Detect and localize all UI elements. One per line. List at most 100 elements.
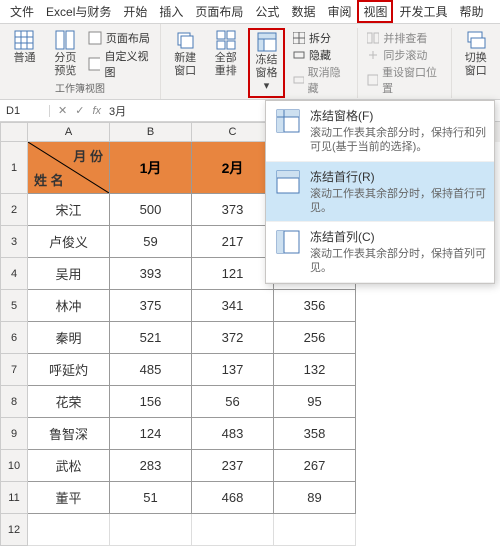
cell-name[interactable]: 花荣: [28, 386, 110, 418]
cell-name[interactable]: 鲁智深: [28, 418, 110, 450]
btn-split[interactable]: 拆分: [293, 30, 347, 46]
menu-review[interactable]: 审阅: [321, 0, 357, 23]
formula-value[interactable]: 3月: [109, 103, 126, 119]
cell-val[interactable]: 256: [274, 322, 356, 354]
cell-val[interactable]: 267: [274, 450, 356, 482]
row-head[interactable]: 3: [0, 226, 28, 258]
cell-val[interactable]: 358: [274, 418, 356, 450]
empty-cell[interactable]: [110, 514, 192, 546]
btn-syncscroll: 同步滚动: [367, 47, 440, 63]
row-head[interactable]: 6: [0, 322, 28, 354]
cell-val[interactable]: 521: [110, 322, 192, 354]
cell-name[interactable]: 林冲: [28, 290, 110, 322]
cell-val[interactable]: 59: [110, 226, 192, 258]
menu-formula[interactable]: 公式: [249, 0, 285, 23]
freeze-row-icon: [274, 168, 302, 196]
cell-val[interactable]: 468: [192, 482, 274, 514]
cell-val[interactable]: 89: [274, 482, 356, 514]
cell-name[interactable]: 董平: [28, 482, 110, 514]
confirm-icon[interactable]: ✓: [75, 104, 84, 117]
col-C[interactable]: C: [192, 122, 274, 142]
empty-cell[interactable]: [274, 514, 356, 546]
btn-pagelayout[interactable]: 页面布局: [88, 30, 154, 46]
empty-cell[interactable]: [192, 514, 274, 546]
label-switchwin: 切换窗口: [461, 52, 490, 78]
row-head[interactable]: 7: [0, 354, 28, 386]
name-box[interactable]: D1: [0, 105, 50, 117]
cell-val[interactable]: 356: [274, 290, 356, 322]
menu-file[interactable]: 文件: [4, 0, 40, 23]
btn-customview[interactable]: 自定义视图: [88, 48, 154, 80]
menu-view[interactable]: 视图: [357, 0, 393, 23]
menu-start[interactable]: 开始: [117, 0, 153, 23]
cell-val[interactable]: 500: [110, 194, 192, 226]
pagebreak-icon: [55, 30, 75, 50]
btn-hide[interactable]: 隐藏: [293, 47, 347, 63]
fx-icon[interactable]: fx: [92, 105, 101, 117]
dd-freeze-top-row[interactable]: 冻结首行(R)滚动工作表其余部分时，保持首行可见。: [266, 162, 494, 223]
freeze-panes-icon: [274, 107, 302, 135]
btn-normal-view[interactable]: 普通: [6, 28, 43, 80]
table-row: 7 呼延灼 485 137 132: [0, 354, 500, 386]
cell-val[interactable]: 121: [192, 258, 274, 290]
cell-val[interactable]: 56: [192, 386, 274, 418]
label-newwin: 新建窗口: [171, 52, 200, 78]
dd-freeze-first-col[interactable]: 冻结首列(C)滚动工作表其余部分时，保持首列可见。: [266, 222, 494, 283]
row-head[interactable]: 8: [0, 386, 28, 418]
menu-insert[interactable]: 插入: [153, 0, 189, 23]
row-head[interactable]: 9: [0, 418, 28, 450]
cell-val[interactable]: 283: [110, 450, 192, 482]
btn-switchwin[interactable]: 切换窗口: [457, 28, 494, 98]
menu-excel[interactable]: Excel与财务: [40, 0, 117, 23]
menu-help[interactable]: 帮助: [454, 0, 490, 23]
cell-val[interactable]: 373: [192, 194, 274, 226]
row-head[interactable]: 4: [0, 258, 28, 290]
btn-arrange[interactable]: 全部重排: [207, 28, 244, 98]
ribbon-group-window: 新建窗口 全部重排 冻结窗格▾ 拆分 隐藏 取消隐藏 并排查看 同步滚动 重设窗…: [161, 24, 500, 99]
row-head-12[interactable]: 12: [0, 514, 28, 546]
cell-val[interactable]: 375: [110, 290, 192, 322]
row-head[interactable]: 10: [0, 450, 28, 482]
cancel-icon[interactable]: ✕: [58, 104, 67, 117]
btn-sidebyside: 并排查看: [367, 30, 440, 46]
cell-val[interactable]: 217: [192, 226, 274, 258]
btn-freeze-panes[interactable]: 冻结窗格▾: [248, 28, 285, 98]
header-jan[interactable]: 1月: [110, 142, 192, 194]
row-head[interactable]: 11: [0, 482, 28, 514]
cell-name[interactable]: 呼延灼: [28, 354, 110, 386]
cell-val[interactable]: 485: [110, 354, 192, 386]
cell-val[interactable]: 393: [110, 258, 192, 290]
cell-val[interactable]: 237: [192, 450, 274, 482]
dd-freeze-panes[interactable]: 冻结窗格(F)滚动工作表其余部分时，保持行和列可见(基于当前的选择)。: [266, 101, 494, 162]
cell-val[interactable]: 95: [274, 386, 356, 418]
btn-pagebreak[interactable]: 分页 预览: [47, 28, 84, 80]
empty-cell[interactable]: [28, 514, 110, 546]
cell-name[interactable]: 武松: [28, 450, 110, 482]
row-head-1[interactable]: 1: [0, 142, 28, 194]
menu-layout[interactable]: 页面布局: [189, 0, 249, 23]
cell-val[interactable]: 137: [192, 354, 274, 386]
cell-val[interactable]: 372: [192, 322, 274, 354]
cell-val[interactable]: 341: [192, 290, 274, 322]
cell-val[interactable]: 51: [110, 482, 192, 514]
menu-bar: 文件 Excel与财务 开始 插入 页面布局 公式 数据 审阅 视图 开发工具 …: [0, 0, 500, 24]
row-head[interactable]: 5: [0, 290, 28, 322]
cell-val[interactable]: 124: [110, 418, 192, 450]
btn-newwindow[interactable]: 新建窗口: [167, 28, 204, 98]
header-name-month[interactable]: 月 份 姓 名: [28, 142, 110, 194]
cell-val[interactable]: 132: [274, 354, 356, 386]
row-head[interactable]: 2: [0, 194, 28, 226]
col-B[interactable]: B: [110, 122, 192, 142]
cell-name[interactable]: 卢俊义: [28, 226, 110, 258]
cell-val[interactable]: 156: [110, 386, 192, 418]
header-feb[interactable]: 2月: [192, 142, 274, 194]
menu-dev[interactable]: 开发工具: [393, 0, 453, 23]
btn-resetpos: 重设窗口位置: [367, 64, 440, 96]
cell-name[interactable]: 吴用: [28, 258, 110, 290]
cell-name[interactable]: 宋江: [28, 194, 110, 226]
cell-val[interactable]: 483: [192, 418, 274, 450]
select-all-corner[interactable]: [0, 122, 28, 142]
cell-name[interactable]: 秦明: [28, 322, 110, 354]
col-A[interactable]: A: [28, 122, 110, 142]
menu-data[interactable]: 数据: [285, 0, 321, 23]
